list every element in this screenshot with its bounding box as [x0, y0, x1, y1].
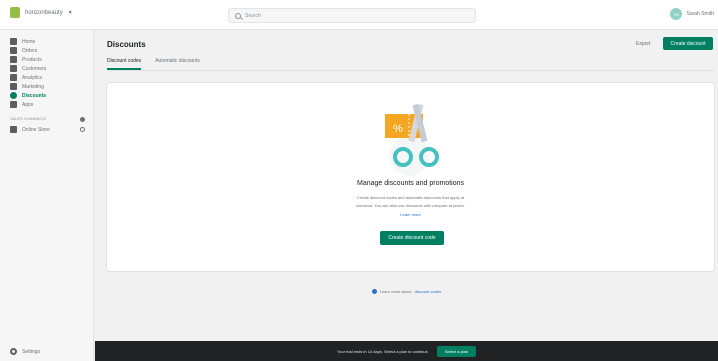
tabs: Discount codes Automatic discounts — [107, 58, 200, 70]
sidebar-item-label: Analytics — [22, 74, 43, 81]
sidebar-item-online-store[interactable]: Online Store — [10, 126, 50, 133]
sales-channels-heading: SALES CHANNELS — [10, 116, 46, 121]
trial-text: Your trial ends in 14 days. Select a pla… — [336, 348, 429, 354]
empty-state-card: % Manage discounts and promotions Create… — [107, 83, 714, 271]
top-bar: horizonbeauty ▼ Search SS Sarah Smith — [0, 0, 718, 30]
tag-icon — [10, 56, 17, 63]
tab-discount-codes[interactable]: Discount codes — [107, 58, 142, 70]
sidebar-item-settings[interactable]: Settings — [10, 348, 40, 355]
percent-icon: % — [393, 123, 403, 135]
store-name: horizonbeauty — [25, 9, 63, 16]
discount-icon — [10, 92, 17, 99]
sidebar-item-apps[interactable]: Apps — [10, 101, 33, 108]
person-icon — [10, 65, 17, 72]
sidebar-item-home[interactable]: Home — [10, 38, 35, 45]
target-icon — [10, 83, 17, 90]
chevron-down-icon: ▼ — [67, 9, 73, 16]
sidebar-item-label: Orders — [22, 47, 38, 54]
store-switcher[interactable]: horizonbeauty ▼ — [10, 7, 73, 18]
trial-banner: Your trial ends in 14 days. Select a pla… — [95, 341, 718, 361]
help-icon — [371, 289, 377, 294]
sidebar-item-discounts[interactable]: Discounts — [10, 92, 46, 99]
orders-icon — [10, 47, 17, 54]
scissors-coupon-illustration: % — [385, 104, 439, 176]
sidebar-item-analytics[interactable]: Analytics — [10, 74, 42, 81]
search-placeholder: Search — [245, 12, 261, 19]
help-text: Learn more about — [379, 289, 412, 294]
sidebar-item-orders[interactable]: Orders — [10, 47, 37, 54]
sidebar-item-marketing[interactable]: Marketing — [10, 83, 44, 90]
sidebar-item-label: Marketing — [22, 83, 44, 90]
sidebar: Home Orders Products Customers Analytics… — [0, 30, 94, 361]
avatar: SS — [670, 8, 683, 20]
sidebar-item-label: Products — [22, 56, 42, 63]
select-plan-button[interactable]: Select a plan — [436, 345, 477, 357]
tab-automatic-discounts[interactable]: Automatic discounts — [155, 58, 200, 70]
gear-icon — [10, 348, 17, 355]
empty-state-description: checkout. You can also use discounts wit… — [356, 203, 465, 208]
create-discount-code-button[interactable]: Create discount code — [380, 231, 444, 245]
sidebar-item-label: Apps — [22, 101, 34, 108]
empty-state-title: Manage discounts and promotions — [356, 180, 464, 187]
export-button[interactable]: Export — [633, 39, 653, 49]
page-title: Discounts — [107, 40, 146, 49]
learn-more-link[interactable]: Learn more — [107, 212, 714, 217]
home-icon — [10, 38, 17, 45]
apps-icon — [10, 101, 17, 108]
create-discount-button[interactable]: Create discount — [663, 37, 713, 50]
eye-icon[interactable] — [80, 127, 85, 132]
store-icon — [10, 126, 17, 133]
sidebar-item-label: Discounts — [22, 92, 47, 99]
sidebar-item-customers[interactable]: Customers — [10, 65, 46, 72]
help-link[interactable]: discount codes — [414, 289, 441, 294]
sidebar-item-products[interactable]: Products — [10, 56, 42, 63]
sidebar-item-label: Home — [22, 38, 36, 45]
shopify-bag-icon — [10, 7, 20, 18]
help-footer: Learn more about discount codes — [95, 289, 718, 294]
sidebar-item-label: Online Store — [22, 126, 50, 133]
user-menu[interactable]: SS Sarah Smith — [670, 8, 714, 20]
user-name: Sarah Smith — [686, 11, 714, 17]
search-input[interactable]: Search — [228, 8, 476, 23]
add-channel-icon[interactable] — [80, 117, 85, 122]
tab-divider — [107, 70, 714, 71]
bar-chart-icon — [10, 74, 17, 81]
empty-state-description: Create discount codes and automatic disc… — [357, 195, 464, 200]
search-icon — [235, 12, 241, 19]
main-content: Discounts Export Create discount Discoun… — [95, 30, 718, 361]
sidebar-item-label: Settings — [22, 348, 41, 355]
sidebar-item-label: Customers — [22, 65, 47, 72]
